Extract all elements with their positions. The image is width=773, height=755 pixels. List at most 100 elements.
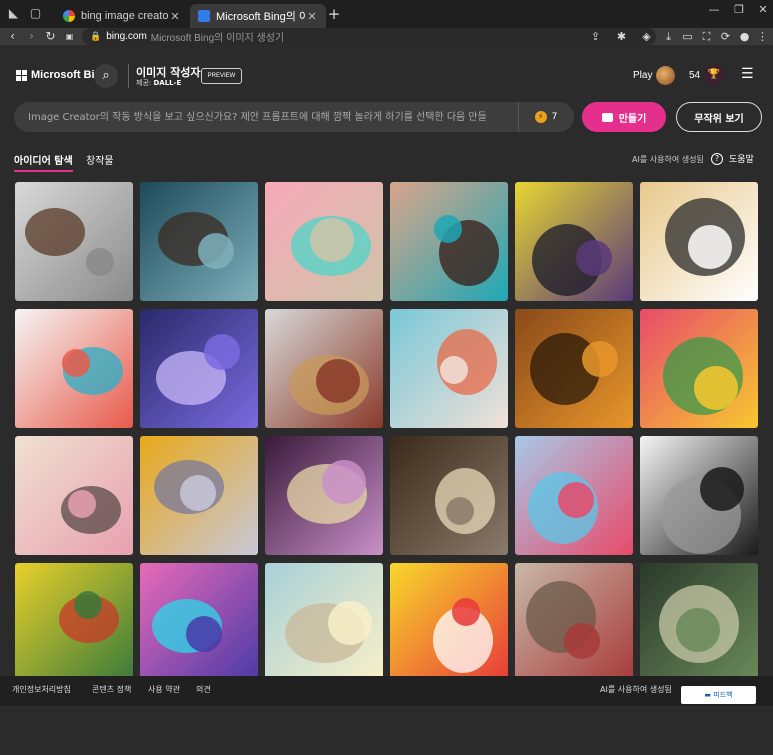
gallery-image-art bbox=[140, 563, 258, 682]
gallery-image-art bbox=[15, 436, 133, 555]
preview-badge: PREVIEW bbox=[201, 68, 242, 84]
sync-icon[interactable]: ⟳ bbox=[718, 29, 733, 44]
tab-explore-ideas[interactable]: 아이디어 탐색 bbox=[14, 152, 73, 172]
feedback-label: 피드백 bbox=[713, 691, 733, 699]
gallery-image-art bbox=[515, 563, 633, 682]
create-label: 만들기 bbox=[618, 113, 647, 125]
tab-creations[interactable]: 창작물 bbox=[86, 152, 114, 167]
gallery-image-bedroom[interactable] bbox=[515, 563, 633, 682]
help-button[interactable]: ? 도움말 bbox=[711, 152, 754, 165]
prompt-input[interactable] bbox=[28, 108, 506, 126]
gallery-image-snow-cabin[interactable] bbox=[140, 182, 258, 301]
privacy-link[interactable]: 개인정보처리방침 bbox=[12, 684, 71, 695]
google-icon bbox=[63, 10, 75, 22]
gallery-image-ring[interactable] bbox=[15, 182, 133, 301]
screenshot-icon[interactable]: ⛶ bbox=[699, 29, 714, 44]
gallery-image-art bbox=[15, 182, 133, 301]
window-menu-icon[interactable]: ◣ bbox=[6, 6, 21, 21]
prompt-bar: ⚡ 7 bbox=[14, 102, 574, 132]
gallery-image-cocktail[interactable] bbox=[265, 436, 383, 555]
gallery-image-art bbox=[140, 182, 258, 301]
gallery-image-paper-wolf[interactable] bbox=[15, 309, 133, 428]
gallery-image-letter-a[interactable] bbox=[140, 436, 258, 555]
gallery-image-robot[interactable] bbox=[515, 182, 633, 301]
forward-icon[interactable]: › bbox=[24, 29, 39, 44]
boost-value: 7 bbox=[551, 112, 558, 122]
terms-link[interactable]: 사용 약관 bbox=[148, 684, 180, 695]
puzzle-icon[interactable]: ◈ bbox=[639, 29, 654, 44]
feedback-link[interactable]: 의견 bbox=[196, 684, 211, 695]
gallery-image-charcuterie[interactable] bbox=[265, 309, 383, 428]
tab-actions-icon[interactable]: ▢ bbox=[28, 6, 43, 21]
address-title: Microsoft Bing의 이미지 생성기 bbox=[150, 33, 285, 44]
gallery-image-art bbox=[515, 309, 633, 428]
close-window-button[interactable]: ✕ bbox=[755, 2, 771, 18]
tab-label: bing image creator - Google bbox=[81, 10, 169, 22]
gallery-image-panda-chef[interactable] bbox=[640, 182, 758, 301]
gallery-image-retro-computer[interactable] bbox=[265, 182, 383, 301]
gallery-image-cherry-blossom[interactable] bbox=[15, 436, 133, 555]
footer-ai-note: AI를 사용하여 생성됨 bbox=[600, 685, 672, 694]
surprise-me-button[interactable]: 무작위 보기 bbox=[676, 102, 762, 132]
play-link[interactable]: Play bbox=[633, 70, 652, 81]
page: Microsoft Bing ⌕ 이미지 작성자 제공: DALL-E PREV… bbox=[4, 46, 769, 751]
gallery-image-art bbox=[15, 563, 133, 682]
tab-bing-image-creator[interactable]: Microsoft Bing의 이미지 생 ✕ bbox=[190, 4, 326, 28]
download-icon[interactable]: ⤓ bbox=[661, 29, 676, 44]
gallery-image-paint-splash[interactable] bbox=[515, 436, 633, 555]
gallery-image-futuristic-city[interactable] bbox=[140, 563, 258, 682]
gallery-image-art bbox=[265, 436, 383, 555]
gallery-image-coffee-cup[interactable] bbox=[390, 563, 508, 682]
image-gallery bbox=[15, 182, 761, 686]
extensions-icon[interactable]: ✱ bbox=[614, 29, 629, 44]
gallery-image-koi-pond[interactable] bbox=[390, 309, 508, 428]
gallery-image-art bbox=[640, 182, 758, 301]
gallery-image-eye-makeup[interactable] bbox=[390, 182, 508, 301]
rewards-points[interactable]: 54 bbox=[689, 70, 700, 81]
reader-icon[interactable]: ▣ bbox=[62, 29, 77, 44]
gallery-image-art bbox=[265, 182, 383, 301]
boost-count[interactable]: ⚡ 7 bbox=[518, 102, 573, 132]
gallery-image-art bbox=[140, 309, 258, 428]
divider bbox=[128, 64, 129, 88]
gallery-image-overgrown-house[interactable] bbox=[640, 563, 758, 682]
gallery-image-purple-flower[interactable] bbox=[140, 309, 258, 428]
more-icon[interactable]: ⋮ bbox=[755, 29, 770, 44]
gallery-image-art bbox=[515, 182, 633, 301]
create-icon bbox=[601, 112, 613, 122]
trophy-icon[interactable]: 🏆 bbox=[704, 65, 724, 85]
tab-google-search[interactable]: bing image creator - Google ✕ bbox=[55, 4, 189, 28]
help-label: 도움말 bbox=[729, 155, 754, 165]
create-button[interactable]: 만들기 bbox=[582, 102, 666, 132]
minimize-button[interactable]: — bbox=[706, 2, 722, 18]
reload-icon[interactable]: ↻ bbox=[43, 29, 58, 44]
gallery-image-art bbox=[515, 436, 633, 555]
address-bar[interactable]: 🔒 bing.com Microsoft Bing의 이미지 생성기 bbox=[82, 28, 656, 45]
tab-strip: ◣ ▢ bing image creator - Google ✕ Micros… bbox=[0, 0, 773, 28]
feedback-button[interactable]: ▬ 피드백 bbox=[681, 686, 756, 704]
hamburger-menu-icon[interactable]: ☰ bbox=[741, 67, 754, 81]
gallery-image-teddy-bear[interactable] bbox=[265, 563, 383, 682]
gallery-image-art bbox=[640, 436, 758, 555]
video-icon[interactable]: ▭ bbox=[680, 29, 695, 44]
search-icon[interactable]: ⌕ bbox=[94, 64, 118, 88]
tab-close-icon[interactable]: ✕ bbox=[306, 10, 318, 23]
gallery-image-lemon[interactable] bbox=[15, 563, 133, 682]
gallery-image-city-logo[interactable] bbox=[640, 436, 758, 555]
avatar[interactable] bbox=[656, 66, 675, 85]
lock-icon: 🔒 bbox=[90, 31, 102, 41]
share-icon[interactable]: ⇪ bbox=[588, 29, 603, 44]
gallery-image-art bbox=[265, 563, 383, 682]
back-icon[interactable]: ‹ bbox=[5, 29, 20, 44]
profile-icon[interactable]: ● bbox=[737, 29, 752, 44]
gallery-image-tigers[interactable] bbox=[515, 309, 633, 428]
new-tab-button[interactable]: + bbox=[326, 6, 342, 22]
gallery-image-art bbox=[640, 563, 758, 682]
gallery-image-fruit-bowl[interactable] bbox=[640, 309, 758, 428]
tab-close-icon[interactable]: ✕ bbox=[169, 10, 181, 23]
browser-toolbar: ‹ › ↻ ▣ 🔒 bing.com Microsoft Bing의 이미지 생… bbox=[0, 28, 773, 45]
maximize-button[interactable]: ❐ bbox=[731, 2, 747, 18]
content-policy-link[interactable]: 콘텐츠 정책 bbox=[92, 684, 131, 695]
gallery-image-art bbox=[390, 309, 508, 428]
gallery-image-elephant-suit[interactable] bbox=[390, 436, 508, 555]
